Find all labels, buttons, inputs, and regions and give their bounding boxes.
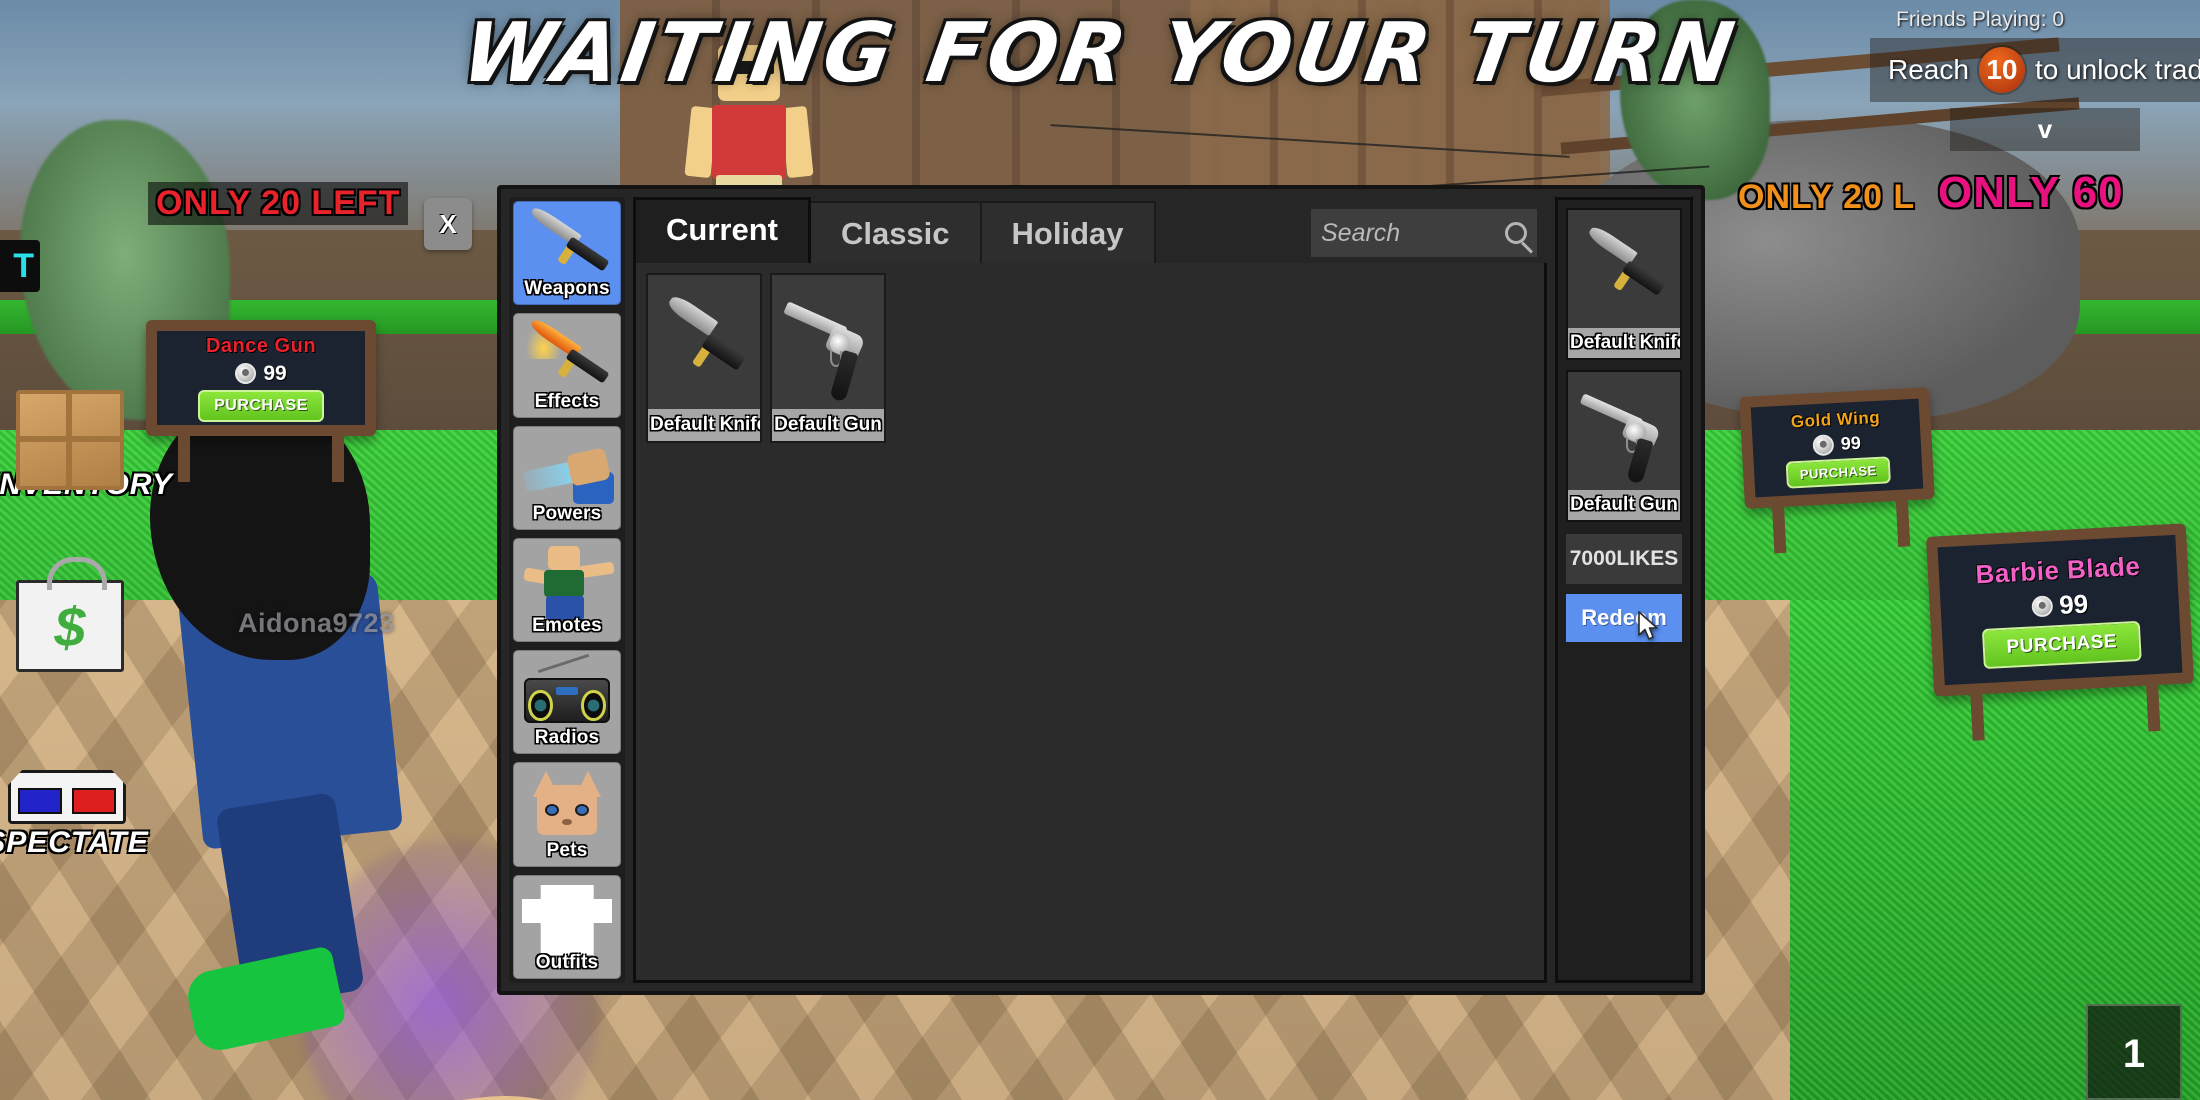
purchase-button[interactable]: PURCHASE (1785, 456, 1892, 489)
tab-holiday[interactable]: Holiday (981, 201, 1156, 263)
player-nametag: Aidona9723 (238, 608, 395, 638)
equipped-name-label: Default Knife (1568, 328, 1680, 358)
equipped-slot-gun[interactable]: Default Gun (1566, 370, 1682, 522)
inventory-grid: Default Knife Default Gun (633, 263, 1547, 983)
search-icon (1505, 222, 1527, 244)
redeem-button[interactable]: Redeem (1566, 594, 1682, 642)
search-input[interactable] (1321, 218, 1505, 248)
shop-stand-gold-wing[interactable]: Gold Wing 99 PURCHASE (1739, 387, 1935, 554)
shirt-icon (520, 880, 614, 960)
trade-prefix-label: Reach (1888, 54, 1969, 85)
coin-icon (1812, 434, 1835, 457)
shop-stand-name: Dance Gun (205, 334, 317, 357)
inventory-item-default-gun[interactable]: Default Gun (770, 273, 886, 443)
equipped-thumbnail (1568, 372, 1680, 490)
hotbar-slot-1[interactable]: 1 (2086, 1004, 2182, 1100)
player-avatar (120, 400, 644, 1100)
sidebar-item-label: Emotes (532, 615, 602, 637)
sidebar-item-label: Weapons (524, 278, 610, 300)
chevron-down-icon[interactable]: v (1950, 108, 2140, 151)
equipped-slot-knife[interactable]: Default Knife (1566, 208, 1682, 360)
sidebar-item-pets[interactable]: Pets (513, 762, 621, 867)
coin-icon (235, 363, 257, 384)
dab-figure-icon (520, 543, 615, 623)
boombox-icon (520, 653, 614, 735)
shop-stand-name: Gold Wing (1790, 407, 1881, 432)
shop-stand-dance-gun[interactable]: Dance Gun 99 PURCHASE (146, 320, 376, 482)
tab-classic[interactable]: Classic (810, 201, 982, 263)
shop-banner-barbie-blade: ONLY 60 (1938, 168, 2124, 217)
shop-stand-barbie-blade[interactable]: Barbie Blade 99 PURCHASE (1925, 523, 2195, 741)
team-tag-icon: T (0, 240, 40, 292)
item-thumbnail (772, 275, 884, 409)
power-hand-icon (520, 431, 614, 511)
trade-suffix-label: to unlock trading (2034, 54, 2200, 85)
sidebar-item-label: Pets (546, 839, 588, 861)
shop-hud-button[interactable]: $ SHOP (0, 557, 150, 672)
equipped-panel: Default Knife Default Gun Redeem (1555, 197, 1693, 983)
flame-knife-icon (520, 316, 614, 398)
item-name-label: Default Knife (648, 409, 760, 441)
sidebar-item-label: Effects (534, 390, 600, 412)
close-icon[interactable]: X (424, 198, 472, 250)
revolver-icon (1575, 379, 1674, 485)
3d-glasses-icon (8, 770, 126, 824)
spectate-hud-label: SPECTATE (0, 826, 149, 859)
knife-icon (1579, 222, 1669, 316)
sidebar-item-radios[interactable]: Radios (513, 650, 621, 755)
item-thumbnail (648, 275, 760, 409)
revolver-icon (779, 283, 878, 403)
shop-stand-name: Barbie Blade (1974, 550, 2142, 590)
sidebar-item-effects[interactable]: Effects (513, 313, 621, 418)
search-box[interactable] (1311, 209, 1537, 257)
coin-icon (2030, 595, 2053, 618)
equipped-name-label: Default Gun (1568, 490, 1680, 520)
purchase-button[interactable]: PURCHASE (198, 389, 324, 422)
equipped-thumbnail (1568, 210, 1680, 328)
knife-icon (659, 288, 749, 395)
redeem-code-box[interactable] (1566, 534, 1682, 584)
shop-stand-price: 99 (2058, 588, 2089, 621)
sidebar-item-label: Powers (532, 502, 602, 524)
inventory-panel: Weapons Effects Powers Emotes Radios Pet… (497, 185, 1705, 995)
top-right-panel: Friends Playing: 0 Reach 10 to unlock tr… (1870, 6, 2200, 151)
inventory-main-area: Current Classic Holiday Default Knife (633, 197, 1547, 983)
cat-head-icon (520, 767, 614, 847)
tab-bar: Current Classic Holiday (633, 197, 1547, 263)
inventory-hud-button[interactable]: INVENTORY (0, 390, 172, 502)
knife-icon (520, 204, 614, 286)
crate-icon (16, 390, 124, 490)
inventory-item-default-knife[interactable]: Default Knife (646, 273, 762, 443)
sidebar-item-powers[interactable]: Powers (513, 425, 621, 530)
purchase-button[interactable]: PURCHASE (1981, 620, 2143, 670)
trade-level-badge: 10 (1978, 47, 2025, 93)
friends-playing-label: Friends Playing: 0 (1896, 8, 2065, 31)
sidebar-item-weapons[interactable]: Weapons (513, 201, 621, 306)
sidebar-item-label: Outfits (535, 951, 599, 973)
shop-banner-gold-wing: ONLY 20 L (1738, 178, 1916, 216)
spectate-hud-button[interactable]: SPECTATE (0, 770, 152, 860)
trade-unlock-banner: Reach 10 to unlock trading (1870, 38, 2200, 102)
shop-stand-price: 99 (1840, 432, 1862, 454)
item-name-label: Default Gun (772, 409, 884, 441)
sidebar-item-outfits[interactable]: Outfits (513, 874, 621, 979)
shopping-bag-icon: $ (16, 557, 124, 672)
redeem-code-input[interactable] (1566, 547, 1682, 571)
sidebar-item-label: Radios (534, 727, 600, 749)
tab-current[interactable]: Current (633, 197, 811, 263)
category-sidebar: Weapons Effects Powers Emotes Radios Pet… (509, 197, 625, 983)
shop-stand-price: 99 (263, 361, 287, 385)
shop-banner-dance-gun: ONLY 20 LEFT (148, 182, 409, 225)
sidebar-item-emotes[interactable]: Emotes (513, 537, 621, 643)
